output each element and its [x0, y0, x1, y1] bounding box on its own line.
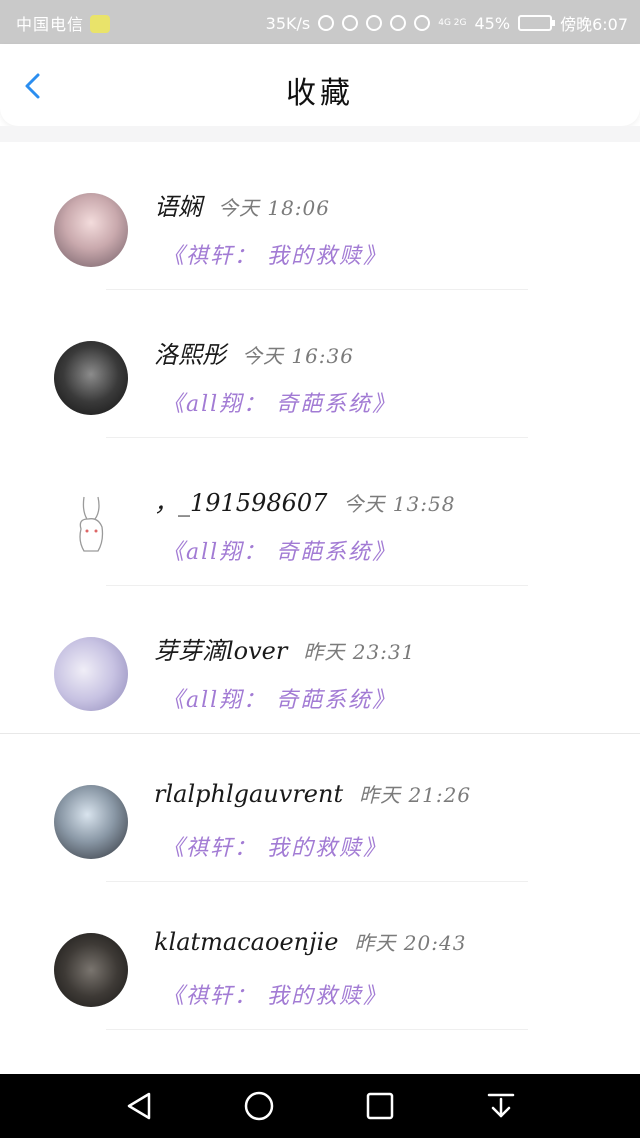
back-triangle-icon[interactable] [123, 1090, 155, 1122]
timestamp: 昨天 21:26 [359, 783, 472, 807]
book-title[interactable]: 《祺轩： 我的救赎》 [162, 978, 387, 1010]
user-name[interactable]: klatmacaoenjie [154, 928, 338, 956]
eye-comfort-icon [390, 15, 407, 31]
battery-percent: 45% [474, 13, 511, 33]
battery-icon [518, 15, 556, 31]
divider [106, 1029, 528, 1030]
timestamp: 昨天 23:31 [303, 640, 416, 664]
list-item[interactable]: 语娴 今天 18:06 《祺轩： 我的救赎》 [0, 142, 640, 290]
network-speed: 35K/s [265, 13, 311, 33]
notification-pulldown-icon[interactable] [485, 1090, 517, 1122]
user-name[interactable]: ，_191598607 [154, 489, 327, 517]
avatar[interactable] [54, 785, 128, 859]
favorites-list: 语娴 今天 18:06 《祺轩： 我的救赎》 洛熙彤 今天 16:36 《all翔：… [0, 142, 640, 1030]
network-type: 4G 2G [438, 17, 467, 28]
clock: 傍晚6:07 [560, 15, 628, 34]
notification-app-icon [90, 15, 111, 33]
book-title[interactable]: 《祺轩： 我的救赎》 [162, 830, 387, 862]
book-title[interactable]: 《all翔： 奇葩系统》 [162, 386, 396, 418]
wifi-icon [414, 15, 431, 31]
user-name[interactable]: 洛熙彤 [154, 341, 226, 369]
list-item[interactable]: 洛熙彤 今天 16:36 《all翔： 奇葩系统》 [0, 290, 640, 438]
timestamp: 今天 16:36 [242, 344, 354, 368]
carrier-name: 中国电信 [16, 15, 85, 34]
avatar[interactable] [54, 637, 128, 711]
recents-square-icon[interactable] [364, 1090, 396, 1122]
list-item[interactable]: klatmacaoenjie 昨天 20:43 《祺轩： 我的救赎》 [0, 882, 640, 1030]
user-name[interactable]: 语娴 [154, 193, 202, 221]
user-name[interactable]: rlalphlgauvrent [154, 780, 343, 808]
status-bar: 中国电信 35K/s 4G 2G 45% 傍晚6:07 [0, 0, 640, 44]
home-circle-icon[interactable] [243, 1090, 275, 1122]
bunny-sketch-icon [79, 496, 104, 552]
book-title[interactable]: 《祺轩： 我的救赎》 [162, 238, 387, 270]
book-title[interactable]: 《all翔： 奇葩系统》 [162, 682, 396, 714]
book-title[interactable]: 《all翔： 奇葩系统》 [162, 534, 396, 566]
system-nav-bar [0, 1074, 640, 1138]
header-separator [0, 126, 640, 142]
avatar[interactable] [54, 489, 128, 563]
avatar[interactable] [54, 933, 128, 1007]
app-header: 收藏 [0, 44, 640, 126]
hd-call-icon [318, 15, 335, 31]
list-item[interactable]: ，_191598607 今天 13:58 《all翔： 奇葩系统》 [0, 438, 640, 586]
user-name[interactable]: 芽芽滴lover [154, 637, 287, 665]
list-item[interactable]: 芽芽滴lover 昨天 23:31 《all翔： 奇葩系统》 [0, 586, 640, 734]
mute-icon [342, 15, 359, 31]
timestamp: 昨天 20:43 [354, 931, 467, 955]
list-item[interactable]: rlalphlgauvrent 昨天 21:26 《祺轩： 我的救赎》 [0, 734, 640, 882]
timestamp: 今天 13:58 [343, 492, 456, 516]
alarm-icon [366, 15, 383, 31]
avatar[interactable] [54, 341, 128, 415]
avatar[interactable] [54, 193, 128, 267]
page-title: 收藏 [286, 76, 354, 111]
timestamp: 今天 18:06 [218, 196, 330, 220]
